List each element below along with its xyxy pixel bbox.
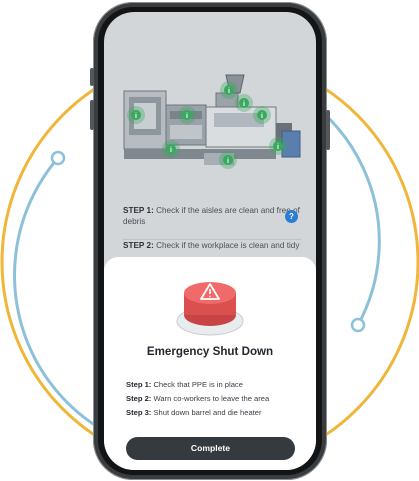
svg-text:i: i (170, 147, 172, 154)
sheet-title: Emergency Shut Down (146, 345, 274, 358)
info-hotspot-icon[interactable]: i (178, 106, 196, 124)
info-hotspot-icon[interactable]: i (162, 140, 180, 158)
svg-text:i: i (227, 158, 229, 165)
emergency-sheet: Emergency Shut Down Step 1: Check that P… (104, 257, 316, 470)
info-hotspot-icon[interactable]: i (219, 151, 237, 169)
side-button (90, 68, 94, 86)
checklist-step[interactable]: STEP 1: Check if the aisles are clean an… (123, 205, 301, 240)
emergency-stop-button[interactable] (174, 275, 246, 339)
emergency-step: Step 1: Check that PPE is in place (126, 380, 243, 390)
step-text: Shut down barrel and die heater (153, 408, 262, 417)
help-icon[interactable]: ? (285, 210, 298, 223)
info-hotspot-icon[interactable]: i (220, 81, 238, 99)
info-hotspot-icon[interactable]: i (253, 106, 271, 124)
svg-text:i: i (243, 101, 245, 108)
side-button (326, 110, 330, 150)
info-hotspot-icon[interactable]: i (269, 137, 287, 155)
hotspot-layer: i i i i i i i i (127, 81, 287, 169)
step-text: Check if the workplace is clean and tidy (156, 241, 300, 250)
checklist-step[interactable]: STEP 2: Check if the workplace is clean … (123, 240, 301, 251)
svg-text:i: i (277, 144, 279, 151)
step-label: Step 2: (126, 394, 152, 403)
phone-screen: i i i i i i i i STEP 1: Check if the ais… (104, 12, 316, 470)
complete-button[interactable]: Complete (126, 437, 295, 460)
step-label: STEP 1: (123, 206, 154, 215)
svg-text:i: i (186, 113, 188, 120)
svg-text:i: i (228, 88, 230, 95)
side-button (90, 100, 94, 130)
info-hotspot-icon[interactable]: i (127, 106, 145, 124)
step-label: Step 3: (126, 408, 152, 417)
step-text: Check that PPE is in place (153, 380, 243, 389)
svg-text:i: i (261, 113, 263, 120)
step-label: Step 1: (126, 380, 152, 389)
step-text: Warn co-workers to leave the area (153, 394, 270, 403)
emergency-step: Step 3: Shut down barrel and die heater (126, 408, 262, 418)
emergency-step: Step 2: Warn co-workers to leave the are… (126, 394, 269, 404)
svg-text:i: i (135, 113, 137, 120)
info-hotspot-icon[interactable]: i (235, 94, 253, 112)
step-label: STEP 2: (123, 241, 154, 250)
